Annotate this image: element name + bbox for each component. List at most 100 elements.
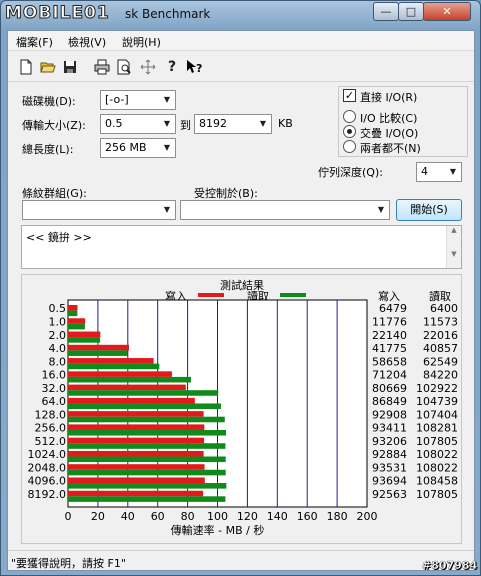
bar-read	[68, 350, 128, 356]
y-tick-label: 4.0	[49, 342, 67, 355]
y-tick-label: 32.0	[42, 382, 67, 395]
value-write: 92563	[372, 488, 407, 501]
x-axis-label: 傳輸速率 - MB / 秒	[171, 523, 265, 537]
neither-label: 兩者都不(N)	[360, 142, 421, 155]
total-length-select[interactable]: 256 MB ▼	[100, 138, 176, 158]
description-text: << 鏡拚 >>	[26, 231, 92, 244]
bar-write	[68, 424, 205, 430]
column-header-read: 讀取	[429, 289, 451, 303]
bar-read	[68, 496, 226, 502]
bar-read	[68, 390, 219, 396]
value-write: 22140	[372, 329, 407, 342]
y-tick-label: 4096.0	[28, 475, 67, 488]
description-scrollbar[interactable]: ▲ ▼	[446, 226, 461, 268]
stripe-group-select[interactable]: ▼	[22, 200, 176, 220]
bar-write	[68, 331, 101, 338]
bar-read	[68, 376, 191, 383]
overlapped-io-radio[interactable]	[343, 125, 356, 138]
value-read: 107805	[416, 488, 458, 501]
value-read: 108458	[416, 475, 458, 488]
value-read: 6400	[430, 302, 458, 315]
start-button[interactable]: 開始(S)	[396, 199, 462, 221]
bar-read	[68, 337, 101, 343]
save-icon[interactable]	[60, 57, 80, 77]
y-tick-label: 2.0	[49, 329, 67, 342]
print-icon[interactable]	[92, 57, 112, 77]
controlled-by-select[interactable]: ▼	[180, 200, 390, 220]
value-write: 92908	[372, 408, 407, 421]
value-write: 71204	[372, 369, 407, 382]
queue-depth-label: 佇列深度(Q):	[318, 166, 383, 179]
y-tick-label: 1024.0	[28, 448, 67, 461]
menu-help[interactable]: 說明(H)	[122, 34, 161, 50]
svg-text:?: ?	[196, 62, 202, 75]
open-folder-icon[interactable]	[38, 57, 58, 77]
y-tick-label: 128.0	[35, 408, 67, 421]
x-tick-label: 120	[237, 510, 258, 523]
move-icon[interactable]	[138, 57, 158, 77]
drive-select[interactable]: [-o-] ▼	[100, 90, 176, 110]
x-tick-label: 160	[297, 510, 318, 523]
description-box[interactable]: << 鏡拚 >> ▲ ▼	[21, 225, 462, 269]
direct-io-label: 直接 I/O(R)	[360, 91, 418, 104]
chevron-down-icon: ▼	[377, 205, 385, 214]
value-write: 6479	[379, 302, 407, 315]
status-text: "要獲得說明，請按 F1"	[11, 557, 126, 570]
controlled-by-label: 受控制於(B):	[194, 187, 258, 200]
direct-io-checkbox[interactable]: ✓	[343, 89, 356, 102]
y-tick-label: 256.0	[35, 422, 67, 435]
bar-read	[68, 469, 226, 476]
bar-read	[68, 429, 227, 436]
close-button[interactable]: ✕	[423, 2, 471, 21]
chevron-down-icon: ▼	[163, 143, 171, 152]
x-tick-label: 100	[207, 510, 228, 523]
value-read: 62549	[423, 355, 458, 368]
neither-radio[interactable]	[343, 140, 356, 153]
x-tick-label: 140	[267, 510, 288, 523]
bar-read	[68, 443, 226, 449]
y-tick-label: 8192.0	[28, 488, 67, 501]
minimize-button[interactable]: —	[373, 2, 399, 21]
bar-read	[68, 483, 227, 489]
x-tick-label: 180	[327, 510, 348, 523]
transfer-to-select[interactable]: 8192 ▼	[194, 114, 272, 134]
value-write: 80669	[372, 382, 407, 395]
value-read: 11573	[423, 315, 458, 328]
bar-write	[68, 305, 78, 311]
x-tick-label: 0	[65, 510, 72, 523]
transfer-from-select[interactable]: 0.5 ▼	[100, 114, 176, 134]
chevron-down-icon: ▼	[163, 205, 171, 214]
unit-label: KB	[278, 117, 293, 130]
to-label: 到	[180, 119, 191, 132]
print-preview-icon[interactable]	[114, 57, 134, 77]
watermark: #807984	[422, 559, 478, 572]
app-logo: MOBILE01	[5, 3, 110, 24]
value-write: 93531	[372, 461, 407, 474]
menu-file[interactable]: 檔案(F)	[16, 34, 53, 50]
title-bar[interactable]: MOBILE01 sk Benchmark — □ ✕	[1, 1, 480, 29]
queue-depth-select[interactable]: 4 ▼	[416, 162, 462, 182]
value-write: 93206	[372, 435, 407, 448]
bar-write	[68, 450, 204, 457]
help-icon[interactable]: ?	[162, 57, 182, 77]
value-read: 104739	[416, 395, 458, 408]
value-read: 108281	[416, 422, 458, 435]
value-read: 107404	[416, 408, 458, 421]
bar-write	[68, 318, 86, 324]
value-read: 84220	[423, 369, 458, 382]
bar-read	[68, 416, 225, 423]
new-file-icon[interactable]	[16, 57, 36, 77]
value-read: 22016	[423, 329, 458, 342]
bar-write	[68, 384, 186, 391]
bar-write	[68, 371, 172, 377]
y-tick-label: 8.0	[49, 355, 67, 368]
io-compare-radio[interactable]	[343, 110, 356, 123]
bar-write	[68, 490, 204, 497]
menu-view[interactable]: 檢視(V)	[68, 34, 106, 50]
context-help-icon[interactable]: ?	[184, 57, 204, 77]
bar-write	[68, 477, 205, 484]
maximize-button[interactable]: □	[398, 2, 424, 21]
value-write: 41775	[372, 342, 407, 355]
app-window: MOBILE01 sk Benchmark — □ ✕ 檔案(F) 檢視(V) …	[0, 0, 481, 576]
value-read: 40857	[423, 342, 458, 355]
